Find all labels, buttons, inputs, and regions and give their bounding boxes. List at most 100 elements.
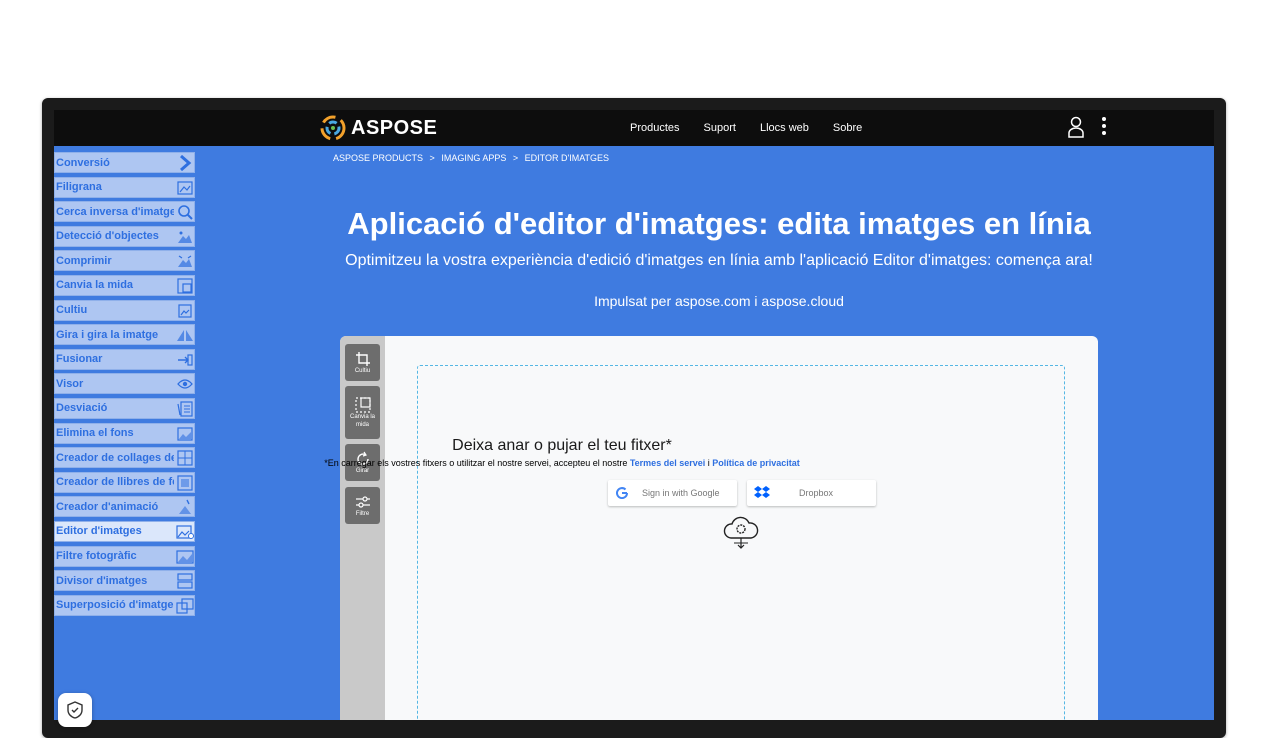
- sidebar-item-resize[interactable]: Canvia la mida: [54, 274, 195, 296]
- kebab-menu-icon[interactable]: [1098, 116, 1110, 138]
- sidebar-item-label: Filtre fotogràfic: [56, 550, 137, 562]
- sidebar-item-label: Desviació: [56, 402, 108, 415]
- cloud-upload-icon: [723, 516, 759, 549]
- powered-by: Impulsat per aspose.com i aspose.cloud: [334, 293, 1104, 309]
- animation-icon: [175, 498, 194, 516]
- sidebar-item-photo-filter[interactable]: Filtre fotogràfic: [54, 545, 195, 567]
- editor-panel: Cultiu Canvia la mida Girar Filtre: [340, 336, 1098, 720]
- sidebar-item-reverse-search[interactable]: Cerca inversa d'imatges: [54, 201, 195, 223]
- sidebar-item-label: Visor: [56, 377, 84, 390]
- sidebar-item-label: Conversió: [56, 156, 110, 169]
- sidebar-item-conversio[interactable]: Conversió: [54, 152, 195, 173]
- sidebar-item-label: Cerca inversa d'imatges: [56, 205, 174, 218]
- object-detection-icon: [175, 228, 194, 246]
- sidebar-item-rotate-flip[interactable]: Gira i gira la imatge: [54, 324, 195, 346]
- privacy-shield-button[interactable]: [58, 693, 92, 727]
- nav-products[interactable]: Productes: [630, 122, 680, 134]
- top-navbar: ASPOSE Productes Suport Llocs web Sobre: [54, 110, 1214, 146]
- rotate-flip-icon: [175, 326, 194, 344]
- tool-resize[interactable]: Canvia la mida: [345, 386, 380, 439]
- tool-label: Filtre: [355, 510, 370, 517]
- tool-crop[interactable]: Cultiu: [345, 344, 380, 381]
- powered-mid: i: [754, 293, 758, 309]
- tool-filter[interactable]: Filtre: [345, 487, 380, 524]
- aspose-swirl-icon: [320, 115, 346, 141]
- sidebar-item-label: Creador d'animació: [56, 500, 159, 513]
- sidebar-item-animation[interactable]: Creador d'animació: [54, 496, 195, 518]
- sidebar-item-label: Canvia la mida: [56, 279, 134, 292]
- compress-icon: [175, 252, 194, 270]
- image-search-icon: [175, 203, 194, 221]
- page-title: Aplicació d'editor d'imatges: edita imat…: [347, 206, 1091, 241]
- editor-toolstrip: Cultiu Canvia la mida Girar Filtre: [340, 336, 385, 720]
- breadcrumb-imaging-apps[interactable]: IMAGING APPS: [441, 153, 506, 163]
- google-signin-button[interactable]: Sign in with Google: [608, 480, 737, 506]
- deskew-icon: [175, 400, 194, 418]
- page-subtitle: Optimitzeu la vostra experiència d'edici…: [345, 252, 1093, 269]
- sidebar-item-label: Cultiu: [56, 304, 88, 317]
- photo-filter-icon: [175, 548, 194, 566]
- nav-websites[interactable]: Llocs web: [760, 122, 809, 134]
- aspose-com-link[interactable]: aspose.com: [675, 293, 750, 309]
- nav-support[interactable]: Suport: [704, 122, 736, 134]
- eye-icon: [175, 375, 194, 393]
- powered-prefix: Impulsat per: [594, 293, 672, 309]
- main-nav: Productes Suport Llocs web Sobre: [630, 110, 886, 146]
- breadcrumb-image-editor[interactable]: EDITOR D'IMATGES: [525, 153, 609, 163]
- resize-icon: [175, 277, 194, 295]
- aspose-cloud-link[interactable]: aspose.cloud: [761, 293, 844, 309]
- sidebar-item-image-editor[interactable]: Editor d'imatges: [54, 520, 195, 542]
- privacy-link[interactable]: Política de privacitat: [712, 458, 800, 468]
- sidebar-item-label: Editor d'imatges: [56, 525, 142, 538]
- breadcrumb-separator: >: [429, 153, 435, 163]
- sidebar-item-object-detection[interactable]: Detecció d'objectes: [54, 225, 195, 247]
- sidebar-item-photo-book[interactable]: Creador de llibres de fotos: [54, 471, 195, 493]
- terms-link[interactable]: Termes del servei: [630, 458, 705, 468]
- dropbox-icon: [754, 486, 770, 498]
- sidebar-item-label: Superposició d'imatge: [56, 599, 174, 612]
- sidebar-item-label: Detecció d'objectes: [56, 230, 159, 243]
- crop-icon: [175, 302, 194, 320]
- breadcrumb-aspose-products[interactable]: ASPOSE PRODUCTS: [333, 153, 423, 163]
- nav-about[interactable]: Sobre: [833, 122, 862, 134]
- terms-note-text: *En carregar els vostres fitxers o utili…: [324, 458, 628, 468]
- sidebar-item-image-splitter[interactable]: Divisor d'imatges: [54, 570, 195, 592]
- sidebar-item-label: Fusionar: [56, 353, 103, 366]
- google-icon: [616, 487, 628, 499]
- sidebar-item-image-overlay[interactable]: Superposició d'imatge: [54, 594, 195, 616]
- terms-and: i: [707, 458, 710, 468]
- logo-text: ASPOSE: [351, 116, 438, 139]
- sidebar-item-label: Comprimir: [56, 254, 112, 267]
- sidebar-item-label: Divisor d'imatges: [56, 574, 148, 587]
- filter-icon: [355, 495, 370, 508]
- breadcrumb: ASPOSE PRODUCTS > IMAGING APPS > EDITOR …: [333, 153, 613, 163]
- chevron-right-icon: [175, 154, 194, 172]
- sidebar-item-merge[interactable]: Fusionar: [54, 348, 195, 370]
- tool-label: Cultiu: [354, 367, 371, 374]
- user-icon[interactable]: [1066, 115, 1086, 139]
- sidebar-item-label: Creador de llibres de fotos: [56, 476, 174, 489]
- dropzone-title: Deixa anar o pujar el teu fitxer*: [452, 437, 672, 454]
- shield-check-icon: [67, 701, 83, 719]
- sidebar-item-viewer[interactable]: Visor: [54, 373, 195, 395]
- dropbox-button[interactable]: Dropbox: [747, 480, 876, 506]
- tool-label: Canvia la mida: [349, 413, 375, 428]
- terms-note: *En carregar els vostres fitxers o utili…: [54, 458, 1070, 468]
- breadcrumb-separator: >: [512, 153, 519, 163]
- image-overlay-icon: [175, 597, 194, 615]
- image-editor-icon: [175, 523, 194, 541]
- sidebar: Conversió Filigrana Cerca inversa d'imat…: [54, 152, 195, 619]
- browser-screen: ASPOSE Productes Suport Llocs web Sobre …: [54, 110, 1214, 720]
- sidebar-item-crop[interactable]: Cultiu: [54, 299, 195, 321]
- google-button-label: Sign in with Google: [642, 488, 720, 498]
- sidebar-item-compress[interactable]: Comprimir: [54, 250, 195, 272]
- resize-icon: [354, 396, 371, 413]
- aspose-logo[interactable]: ASPOSE: [320, 114, 437, 142]
- image-splitter-icon: [175, 572, 194, 590]
- crop-icon: [355, 351, 370, 366]
- sidebar-item-filigrana[interactable]: Filigrana: [54, 176, 195, 198]
- watermark-icon: [175, 179, 194, 197]
- sidebar-item-deskew[interactable]: Desviació: [54, 397, 195, 419]
- sidebar-item-label: Filigrana: [56, 181, 102, 194]
- merge-icon: [175, 351, 194, 369]
